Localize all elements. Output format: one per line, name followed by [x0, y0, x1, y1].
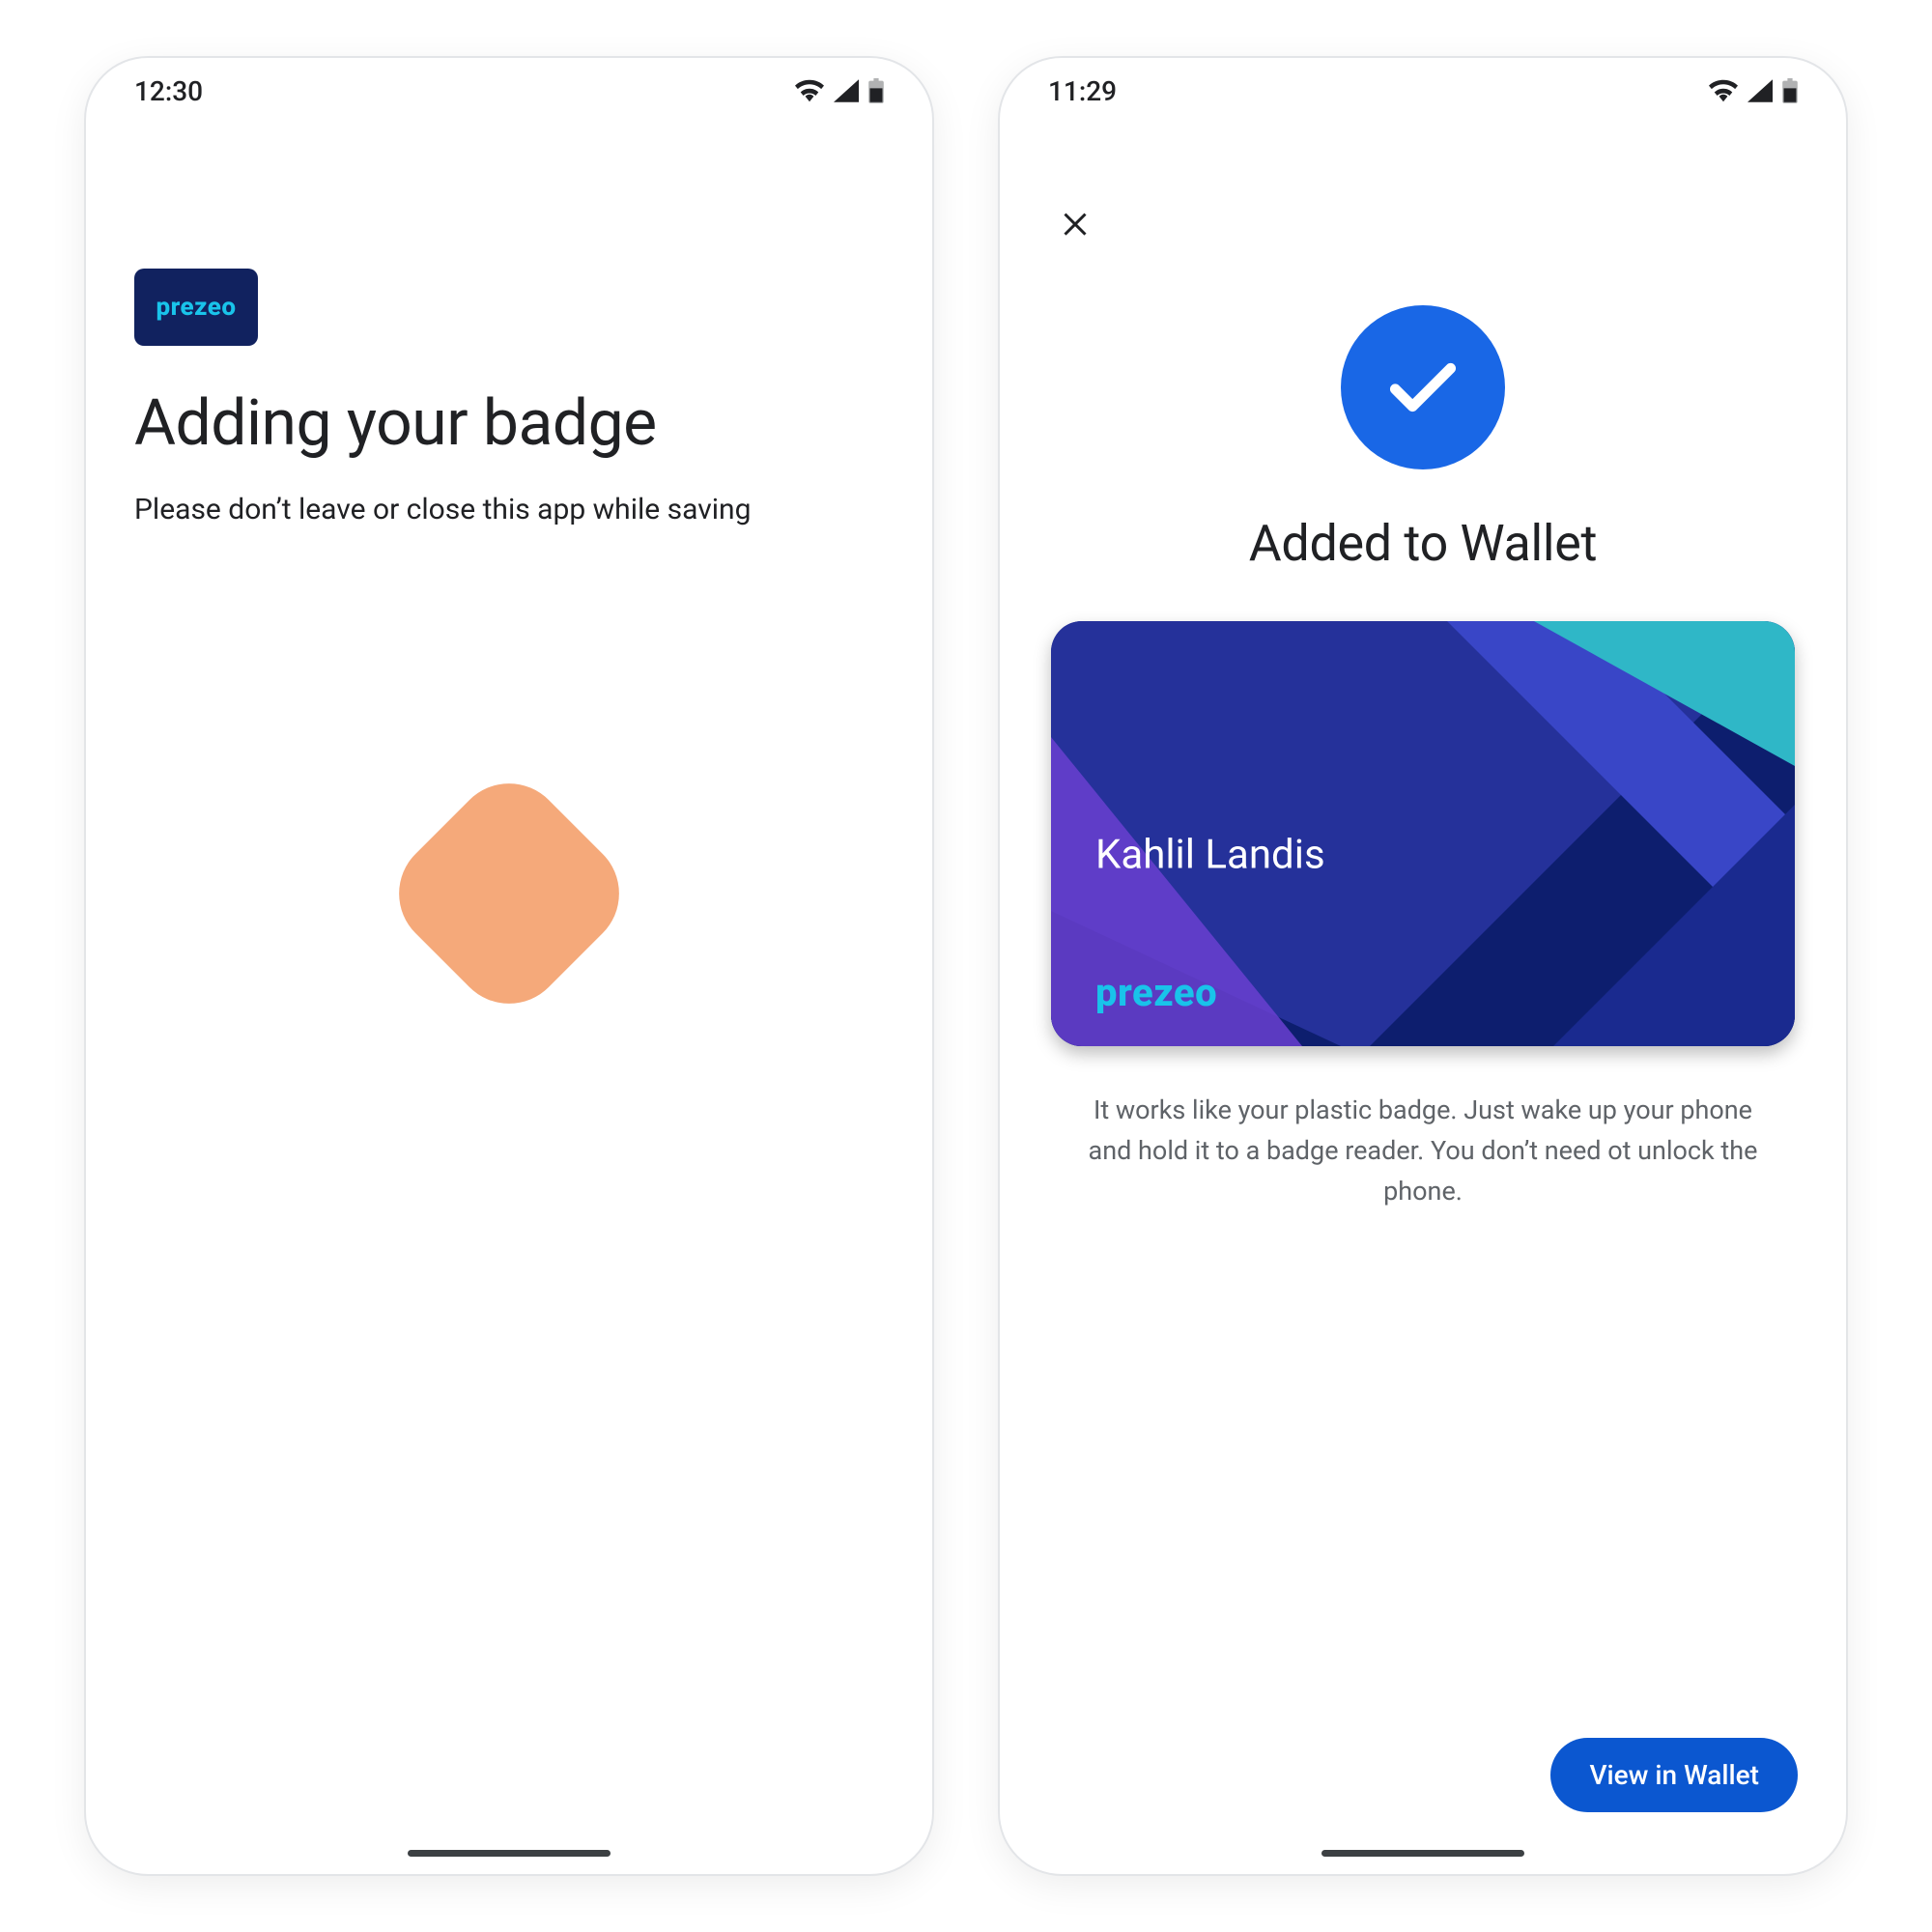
- success-check-icon: [1341, 305, 1505, 469]
- signal-icon: [834, 79, 859, 102]
- close-button[interactable]: [1054, 201, 1096, 243]
- battery-icon: [1782, 78, 1798, 103]
- page-subtitle: Please don’t leave or close this app whi…: [134, 490, 884, 530]
- card-brand-label: prezeo: [1095, 970, 1217, 1015]
- phone-added-to-wallet: 11:29 Added to Wallet: [1000, 58, 1846, 1874]
- status-bar: 12:30: [86, 58, 932, 124]
- phone-adding-badge: 12:30 prezeo Adding your badge Please do…: [86, 58, 932, 1874]
- brand-badge: prezeo: [134, 269, 258, 346]
- page-title: Adding your badge: [134, 386, 884, 461]
- page-title: Added to Wallet: [1249, 514, 1597, 573]
- status-time: 11:29: [1048, 75, 1117, 107]
- battery-icon: [868, 78, 884, 103]
- gesture-nav-pill[interactable]: [1321, 1850, 1524, 1857]
- wallet-card[interactable]: Kahlil Landis prezeo: [1051, 621, 1795, 1046]
- signal-icon: [1747, 79, 1773, 102]
- wifi-icon: [795, 79, 824, 102]
- status-icons: [1709, 78, 1798, 103]
- wifi-icon: [1709, 79, 1738, 102]
- loading-spinner-icon: [376, 760, 642, 1027]
- view-in-wallet-button[interactable]: View in Wallet: [1550, 1738, 1798, 1812]
- status-time: 12:30: [134, 75, 203, 107]
- close-icon: [1058, 205, 1093, 240]
- wallet-description: It works like your plastic badge. Just w…: [1075, 1091, 1771, 1212]
- brand-badge-label: prezeo: [156, 293, 236, 322]
- gesture-nav-pill[interactable]: [408, 1850, 611, 1857]
- status-icons: [795, 78, 884, 103]
- status-bar: 11:29: [1000, 58, 1846, 124]
- card-holder-name: Kahlil Landis: [1095, 832, 1325, 879]
